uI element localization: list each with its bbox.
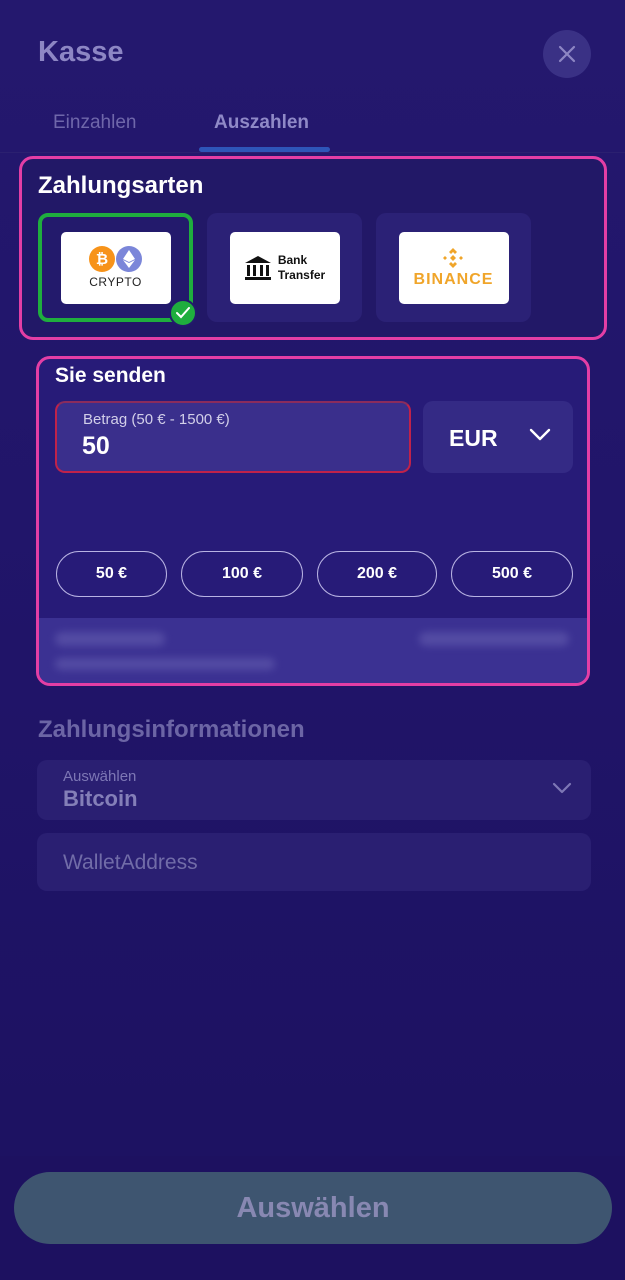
tab-deposit[interactable]: Einzahlen: [53, 112, 136, 134]
ethereum-icon: [116, 246, 142, 272]
chevron-down-icon: [552, 782, 572, 794]
close-button[interactable]: [543, 30, 591, 78]
payment-info-title: Zahlungsinformationen: [38, 716, 305, 743]
bank-transfer-logo: Bank Transfer: [229, 231, 340, 304]
payment-method-bank-transfer[interactable]: Bank Transfer: [207, 213, 362, 322]
bank-label-line2: Transfer: [277, 267, 326, 282]
coin-select-label: Auswählen: [63, 768, 137, 785]
currency-value: EUR: [449, 425, 498, 451]
payment-method-binance[interactable]: BINANCE: [376, 213, 531, 322]
submit-button[interactable]: Auswählen: [14, 1172, 612, 1244]
payment-method-crypto[interactable]: ₿ CRYPTO: [38, 213, 197, 327]
crypto-label: CRYPTO: [89, 275, 142, 289]
bank-icon: [244, 255, 271, 280]
bitcoin-icon: ₿: [89, 246, 115, 272]
amount-label: Betrag (50 € - 1500 €): [83, 411, 230, 428]
preset-amount-button[interactable]: 50 €: [56, 551, 167, 597]
binance-label: BINANCE: [413, 270, 494, 288]
amount-input[interactable]: Betrag (50 € - 1500 €) 50: [55, 401, 411, 473]
preset-amount-button[interactable]: 200 €: [317, 551, 437, 597]
currency-select[interactable]: EUR: [423, 401, 573, 473]
blurred-info-row: [39, 618, 587, 683]
coin-select[interactable]: Auswählen Bitcoin: [37, 760, 591, 820]
amount-value: 50: [82, 432, 110, 460]
wallet-address-placeholder: WalletAddress: [63, 851, 198, 874]
crypto-logo: ₿ CRYPTO: [60, 231, 171, 304]
cashier-page: Kasse Einzahlen Auszahlen Zahlungsarten …: [0, 0, 625, 1280]
chevron-down-icon: [529, 428, 551, 441]
tab-withdraw[interactable]: Auszahlen: [214, 112, 309, 134]
preset-amount-button[interactable]: 100 €: [181, 551, 303, 597]
coin-select-value: Bitcoin: [63, 786, 138, 811]
close-icon: [558, 45, 576, 63]
send-title: Sie senden: [55, 364, 166, 387]
page-title: Kasse: [38, 36, 124, 68]
selected-check-icon: [169, 299, 197, 327]
binance-logo: BINANCE: [398, 231, 509, 304]
preset-amount-button[interactable]: 500 €: [451, 551, 573, 597]
active-tab-indicator: [199, 147, 330, 152]
binance-icon: [443, 247, 464, 268]
payment-methods-title: Zahlungsarten: [38, 172, 204, 199]
bank-label-line1: Bank: [277, 252, 308, 267]
tabs-divider: [0, 152, 625, 153]
wallet-address-input[interactable]: WalletAddress: [37, 833, 591, 891]
